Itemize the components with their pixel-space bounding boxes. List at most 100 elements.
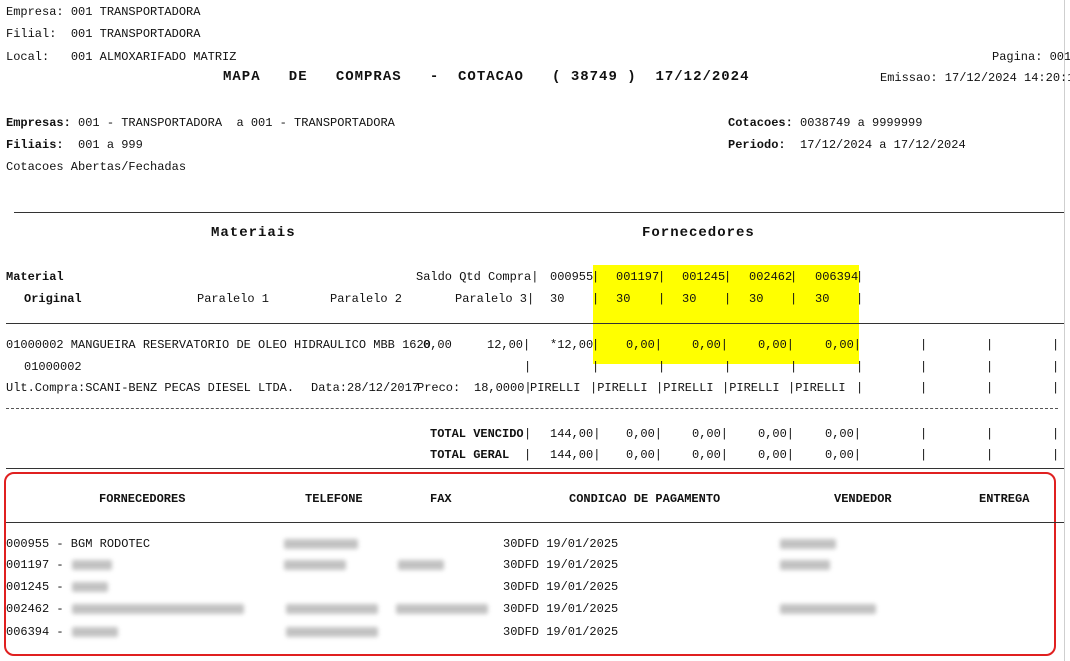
- redacted-name: [72, 582, 108, 592]
- item-price-4: 0,00|: [758, 338, 795, 352]
- brand-3: |PIRELLI: [656, 381, 714, 395]
- redacted-fax: [398, 560, 444, 570]
- col-sep: |: [856, 381, 864, 395]
- supplier-sep: |: [592, 270, 600, 284]
- redacted-name: [72, 627, 118, 637]
- section-divider: [14, 212, 1064, 213]
- col-sep: |: [920, 448, 928, 462]
- col-paralelo3: Paralelo 3|: [455, 292, 535, 306]
- report-title: MAPA DE COMPRAS - COTACAO ( 38749 ) 17/1…: [223, 69, 750, 85]
- total-geral-4: 0,00|: [758, 448, 795, 462]
- supplier-sep: |: [856, 292, 864, 306]
- supplier-sep: |: [790, 292, 798, 306]
- supplier-code-5: 006394: [815, 270, 859, 284]
- col-sep: |: [524, 448, 532, 462]
- header-vendedor: VENDEDOR: [834, 492, 892, 506]
- col-sep: |: [920, 338, 928, 352]
- col-sep: |: [920, 381, 928, 395]
- item-price-5: 0,00|: [825, 338, 862, 352]
- col-sep: |: [1052, 448, 1060, 462]
- col-paralelo2: Paralelo 2: [330, 292, 403, 306]
- empresas-filter: Empresas: 001 - TRANSPORTADORA a 001 - T…: [6, 116, 395, 130]
- col-sep: |: [524, 427, 532, 441]
- cotacoes-filter-label: Cotacoes:: [728, 116, 793, 130]
- supplier-sep: |: [592, 292, 600, 306]
- brand-4: |PIRELLI: [722, 381, 780, 395]
- redacted-vendor: [780, 560, 830, 570]
- periodo-filter: Periodo: 17/12/2024 a 17/12/2024: [728, 138, 966, 152]
- total-vencido-4: 0,00|: [758, 427, 795, 441]
- supplier-code-1: 000955: [550, 270, 594, 284]
- local-label: Local:: [6, 50, 50, 64]
- supplier-row-condicao: 30DFD 19/01/2025: [503, 558, 619, 572]
- supplier-sep: |: [856, 270, 864, 284]
- preco-value: 18,0000|: [474, 381, 532, 395]
- col-original: Original: [24, 292, 82, 306]
- header-condicao: CONDICAO DE PAGAMENTO: [569, 492, 721, 506]
- header-entrega: ENTREGA: [979, 492, 1030, 506]
- dashed-divider: [6, 408, 1058, 409]
- brand-2: |PIRELLI: [590, 381, 648, 395]
- price-sep: |: [592, 338, 600, 352]
- redacted-fax: [396, 604, 488, 614]
- fornecedores-title: Fornecedores: [642, 225, 755, 241]
- col-material: Material: [6, 270, 64, 284]
- supplier-code-2: 001197: [616, 270, 660, 284]
- ult-compra-data: Data:28/12/2017: [311, 381, 420, 395]
- empresa-label: Empresa:: [6, 5, 64, 19]
- status-filter: Cotacoes Abertas/Fechadas: [6, 160, 187, 174]
- total-geral-3: 0,00|: [692, 448, 729, 462]
- supplier-row-name: 001245 -: [6, 580, 64, 594]
- supplier-row-name: 002462 -: [6, 602, 64, 616]
- cotacoes-filter-value: 0038749 a 9999999: [800, 116, 923, 130]
- col-sep: |: [1052, 360, 1060, 374]
- item-description: 01000002 MANGUEIRA RESERVATORIO DE OLEO …: [6, 338, 431, 352]
- total-geral-5: 0,00|: [825, 448, 862, 462]
- col-saldo-qtd: Saldo Qtd Compra|: [416, 270, 539, 284]
- periodo-filter-label: Periodo:: [728, 138, 786, 152]
- col-sep: |: [920, 427, 928, 441]
- filial-value: 001 TRANSPORTADORA: [70, 27, 201, 41]
- total-vencido-first: 144,00|: [550, 427, 601, 441]
- supplier-row-condicao: 30DFD 19/01/2025: [503, 625, 619, 639]
- filial-line: Filial: 001 TRANSPORTADORA: [6, 27, 200, 41]
- empresas-filter-label: Empresas:: [6, 116, 71, 130]
- total-vencido-5: 0,00|: [825, 427, 862, 441]
- report-page: Empresa: 001 TRANSPORTADORA Filial: 001 …: [0, 0, 1070, 661]
- col-sep: |: [1052, 381, 1060, 395]
- supplier-qty-5: 30: [815, 292, 830, 306]
- supplier-header-divider: [6, 522, 1064, 523]
- redacted-phone: [286, 604, 378, 614]
- total-vencido-2: 0,00|: [626, 427, 663, 441]
- supplier-code-4: 002462: [749, 270, 793, 284]
- brand-1: PIRELLI: [530, 381, 581, 395]
- col-sep: |: [986, 360, 994, 374]
- local-value: 001 ALMOXARIFADO MATRIZ: [70, 50, 237, 64]
- materiais-title: Materiais: [211, 225, 296, 241]
- redacted-phone: [284, 539, 358, 549]
- col-sep: |: [986, 381, 994, 395]
- col-sep: |: [592, 360, 600, 374]
- col-sep: |: [790, 360, 798, 374]
- empresa-value: 001 TRANSPORTADORA: [70, 5, 201, 19]
- supplier-qty-4: 30: [749, 292, 764, 306]
- empresas-filter-value: 001 - TRANSPORTADORA a 001 - TRANSPORTAD…: [78, 116, 395, 130]
- total-geral-2: 0,00|: [626, 448, 663, 462]
- redacted-phone: [286, 627, 378, 637]
- supplier-sep: |: [724, 270, 732, 284]
- ult-compra: Ult.Compra:SCANI-BENZ PECAS DIESEL LTDA.: [6, 381, 295, 395]
- col-sep: |: [920, 360, 928, 374]
- header-fornecedores: FORNECEDORES: [99, 492, 186, 506]
- redacted-vendor: [780, 604, 876, 614]
- supplier-sep: |: [790, 270, 798, 284]
- supplier-qty-3: 30: [682, 292, 697, 306]
- item-paralelo: 01000002: [24, 360, 82, 374]
- periodo-filter-value: 17/12/2024 a 17/12/2024: [800, 138, 966, 152]
- total-geral-first: 144,00|: [550, 448, 601, 462]
- col-sep: |: [986, 338, 994, 352]
- supplier-qty-1: 30: [550, 292, 565, 306]
- cotacoes-filter: Cotacoes: 0038749 a 9999999: [728, 116, 922, 130]
- supplier-code-3: 001245: [682, 270, 726, 284]
- supplier-row-condicao: 30DFD 19/01/2025: [503, 537, 619, 551]
- total-geral-label: TOTAL GERAL: [430, 448, 510, 462]
